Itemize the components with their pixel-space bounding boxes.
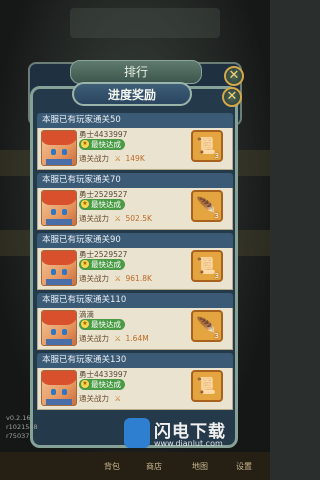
power-label: 通关战力 [79, 154, 109, 163]
sword-icon: ⚔ [114, 394, 122, 403]
bolt-icon: ★ [81, 320, 89, 328]
watermark: 闪电下载 www.dianlut.com [124, 416, 264, 454]
entry-header: 本服已有玩家通关90 [37, 233, 233, 248]
sword-icon: ⚔ [114, 274, 122, 283]
reward-count: 3 [214, 152, 219, 160]
power-value: 502.5K [125, 214, 152, 223]
sword-icon: ⚔ [114, 334, 122, 343]
entry-card: 滴滴 ★ 最快达成 通关战力 ⚔ 1.64M 🪶 3 [37, 308, 233, 350]
reward-item-button[interactable]: 📜 3 [191, 130, 223, 162]
version-text: r1021548 [6, 423, 38, 431]
badge-label: 最快达成 [91, 200, 121, 209]
power-label: 通关战力 [79, 334, 109, 343]
progress-reward-title: 进度奖励 [72, 82, 192, 106]
fastest-badge: ★ 最快达成 [79, 319, 125, 330]
badge-label: 最快达成 [91, 140, 121, 149]
ranking-close-button[interactable]: ✕ [224, 66, 244, 86]
reward-entry: 本服已有玩家通关90 勇士2529527 ★ 最快达成 通关战力 ⚔ 961.8… [37, 233, 233, 292]
player-avatar[interactable] [41, 250, 77, 286]
clear-power: 通关战力 ⚔ 502.5K [79, 213, 152, 224]
power-value: 149K [125, 154, 145, 163]
version-info: v0.2.16 r1021548 r75037 [6, 414, 38, 441]
reward-list[interactable]: 本服已有玩家通关50 勇士4433997 ★ 最快达成 通关战力 ⚔ 149K … [37, 113, 233, 413]
reward-item-button[interactable]: 📜 [191, 370, 223, 402]
power-label: 通关战力 [79, 214, 109, 223]
bolt-icon: ★ [81, 380, 89, 388]
entry-card: 勇士4433997 ★ 最快达成 通关战力 ⚔ 📜 [37, 368, 233, 410]
bolt-icon: ★ [81, 140, 89, 148]
entry-card: 勇士4433997 ★ 最快达成 通关战力 ⚔ 149K 📜 3 [37, 128, 233, 170]
reward-item-button[interactable]: 🪶 3 [191, 190, 223, 222]
entry-header: 本服已有玩家通关50 [37, 113, 233, 128]
reward-close-button[interactable]: ✕ [222, 87, 242, 107]
power-label: 通关战力 [79, 394, 109, 403]
watermark-url: www.dianlut.com [154, 439, 223, 448]
player-avatar[interactable] [41, 190, 77, 226]
treasure-scroll-icon: 📜 [196, 376, 216, 395]
entry-card: 勇士2529527 ★ 最快达成 通关战力 ⚔ 502.5K 🪶 3 [37, 188, 233, 230]
badge-label: 最快达成 [91, 320, 121, 329]
reward-item-button[interactable]: 🪶 3 [191, 310, 223, 342]
fastest-badge: ★ 最快达成 [79, 199, 125, 210]
badge-label: 最快达成 [91, 380, 121, 389]
player-avatar[interactable] [41, 310, 77, 346]
reward-count: 3 [214, 272, 219, 280]
treasure-scroll-icon: 📜 [196, 256, 216, 275]
player-avatar[interactable] [41, 370, 77, 406]
power-label: 通关战力 [79, 274, 109, 283]
clear-power: 通关战力 ⚔ [79, 393, 123, 404]
reward-entry: 本服已有玩家通关70 勇士2529527 ★ 最快达成 通关战力 ⚔ 502.5… [37, 173, 233, 232]
clear-power: 通关战力 ⚔ 149K [79, 153, 145, 164]
power-value: 1.64M [125, 334, 149, 343]
progress-reward-panel: 本服已有玩家通关50 勇士4433997 ★ 最快达成 通关战力 ⚔ 149K … [30, 86, 238, 448]
reward-entry: 本服已有玩家通关110 滴滴 ★ 最快达成 通关战力 ⚔ 1.64M 🪶 3 [37, 293, 233, 352]
reward-entry: 本服已有玩家通关50 勇士4433997 ★ 最快达成 通关战力 ⚔ 149K … [37, 113, 233, 172]
reward-count: 3 [214, 212, 219, 220]
entry-header: 本服已有玩家通关70 [37, 173, 233, 188]
nav-item[interactable]: 地图 [192, 461, 208, 472]
version-text: v0.2.16 [6, 414, 31, 422]
ranking-title: 排行 [70, 60, 202, 84]
sword-icon: ⚔ [114, 214, 122, 223]
entry-header: 本服已有玩家通关130 [37, 353, 233, 368]
nav-item[interactable]: 商店 [146, 461, 162, 472]
fastest-badge: ★ 最快达成 [79, 259, 125, 270]
reward-count: 3 [214, 332, 219, 340]
entry-header: 本服已有玩家通关110 [37, 293, 233, 308]
close-icon: ✕ [228, 68, 240, 83]
version-text: r75037 [6, 432, 30, 440]
bolt-icon: ★ [81, 200, 89, 208]
reward-item-button[interactable]: 📜 3 [191, 250, 223, 282]
reward-entry: 本服已有玩家通关130 勇士4433997 ★ 最快达成 通关战力 ⚔ 📜 [37, 353, 233, 412]
close-icon: ✕ [226, 89, 238, 104]
player-avatar[interactable] [41, 130, 77, 166]
background-banner [70, 8, 220, 38]
clear-power: 通关战力 ⚔ 1.64M [79, 333, 149, 344]
nav-item[interactable]: 背包 [104, 461, 120, 472]
power-value: 961.8K [125, 274, 152, 283]
sword-icon: ⚔ [114, 154, 122, 163]
feather-quill-icon: 🪶 [196, 196, 216, 215]
bottom-nav: 背包 商店 地图 设置 [0, 452, 270, 480]
nav-item[interactable]: 设置 [236, 461, 252, 472]
feather-quill-icon: 🪶 [196, 316, 216, 335]
bolt-icon: ★ [81, 260, 89, 268]
lightning-logo-icon [124, 418, 150, 448]
entry-card: 勇士2529527 ★ 最快达成 通关战力 ⚔ 961.8K 📜 3 [37, 248, 233, 290]
treasure-scroll-icon: 📜 [196, 136, 216, 155]
badge-label: 最快达成 [91, 260, 121, 269]
fastest-badge: ★ 最快达成 [79, 139, 125, 150]
fastest-badge: ★ 最快达成 [79, 379, 125, 390]
clear-power: 通关战力 ⚔ 961.8K [79, 273, 152, 284]
